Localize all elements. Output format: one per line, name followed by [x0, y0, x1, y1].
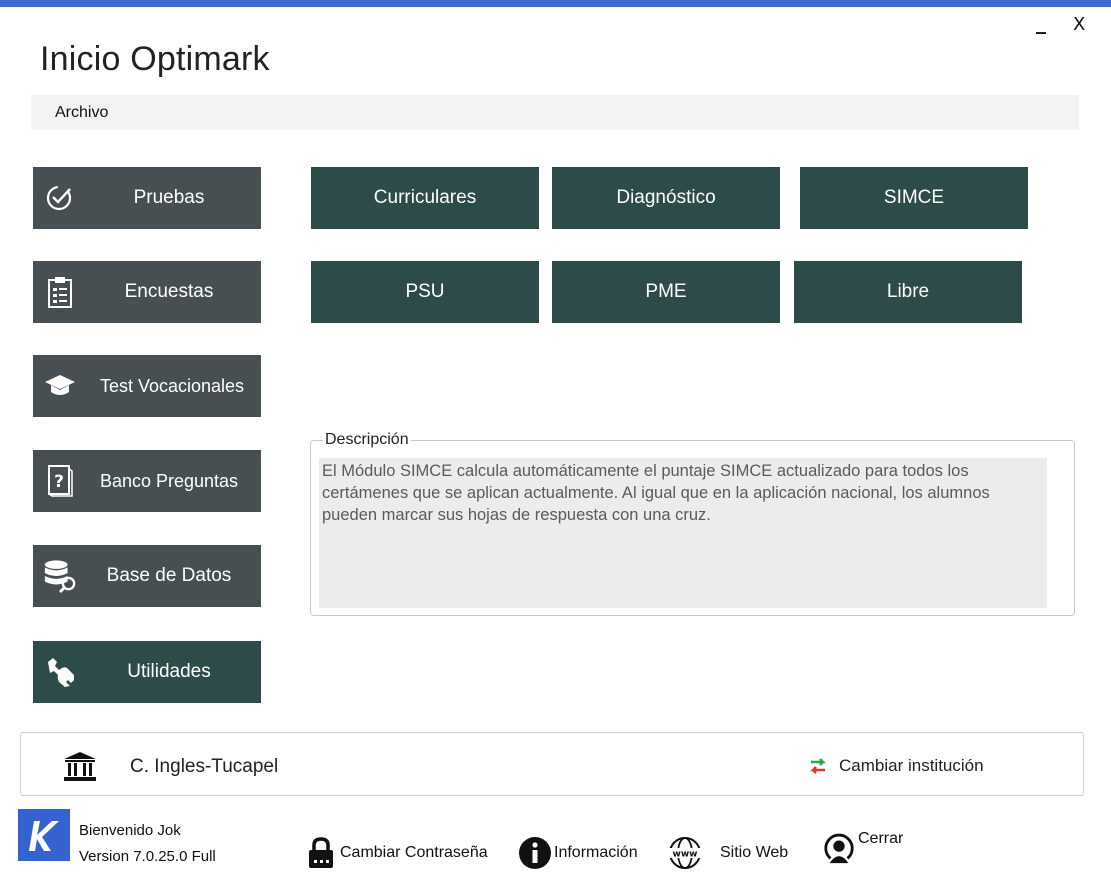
menu-bar: Archivo	[31, 95, 1079, 130]
check-circle-icon	[43, 181, 77, 215]
user-logout-icon	[822, 832, 856, 866]
menu-archivo[interactable]: Archivo	[55, 104, 108, 122]
version-text: Version 7.0.25.0 Full	[79, 848, 216, 865]
page-title: Inicio Optimark	[40, 40, 270, 78]
website-link[interactable]: www Sitio Web	[668, 836, 788, 870]
sidebar-item-label: Base de Datos	[106, 565, 232, 586]
institution-name: C. Ingles-Tucapel	[130, 756, 279, 777]
sidebar-item-utilidades[interactable]: Utilidades	[33, 641, 261, 703]
question-book-icon: ?	[43, 464, 77, 498]
sidebar-item-label: Pruebas	[133, 187, 205, 208]
curriculares-button[interactable]: Curriculares	[311, 167, 539, 229]
sidebar-item-label: Test Vocacionales	[99, 376, 245, 396]
app-logo	[18, 809, 70, 861]
swap-arrows-icon[interactable]	[808, 756, 828, 776]
welcome-text: Bienvenido Jok	[79, 822, 181, 839]
sidebar-item-pruebas[interactable]: Pruebas	[33, 167, 261, 229]
clipboard-icon	[43, 275, 77, 309]
close-session-link[interactable]: Cerrar	[822, 830, 904, 866]
simce-button[interactable]: SIMCE	[800, 167, 1028, 229]
institution-building-icon	[62, 752, 98, 782]
sidebar-item-label: Encuestas	[124, 281, 214, 302]
diagnostico-button[interactable]: Diagnóstico	[552, 167, 780, 229]
svg-text:www: www	[673, 850, 698, 860]
info-label: Información	[554, 844, 638, 861]
description-text: El Módulo SIMCE calcula automáticamente …	[319, 458, 1047, 608]
sidebar-item-label: Utilidades	[127, 661, 211, 682]
sidebar-item-base-de-datos[interactable]: Base de Datos	[33, 545, 261, 607]
sidebar-item-label: Banco Preguntas	[99, 471, 239, 491]
database-icon	[43, 559, 77, 594]
info-icon	[518, 836, 552, 870]
description-legend: Descripción	[323, 431, 411, 449]
globe-www-icon: www	[668, 836, 702, 870]
close-session-label: Cerrar	[858, 830, 904, 847]
psu-button[interactable]: PSU	[311, 261, 539, 323]
lock-icon	[304, 836, 338, 870]
wrench-icon	[43, 655, 77, 689]
close-button[interactable]: X	[1073, 14, 1085, 35]
sidebar-item-test-vocacionales[interactable]: Test Vocacionales	[33, 355, 261, 417]
website-label: Sitio Web	[720, 844, 789, 861]
welcome-block: Bienvenido Jok Version 7.0.25.0 Full	[79, 818, 216, 870]
pme-button[interactable]: PME	[552, 261, 780, 323]
change-password-link[interactable]: Cambiar Contraseña	[304, 836, 488, 870]
minimize-button[interactable]: _	[1036, 10, 1046, 34]
svg-text:?: ?	[54, 472, 64, 492]
info-link[interactable]: Información	[518, 836, 638, 870]
sidebar-item-banco-preguntas[interactable]: ? Banco Preguntas	[33, 450, 261, 512]
libre-button[interactable]: Libre	[794, 261, 1022, 323]
sidebar-item-encuestas[interactable]: Encuestas	[33, 261, 261, 323]
change-password-label: Cambiar Contraseña	[340, 844, 488, 861]
graduation-cap-icon	[43, 369, 77, 403]
change-institution-link[interactable]: Cambiar institución	[839, 756, 984, 776]
window-accent-bar	[0, 0, 1111, 7]
